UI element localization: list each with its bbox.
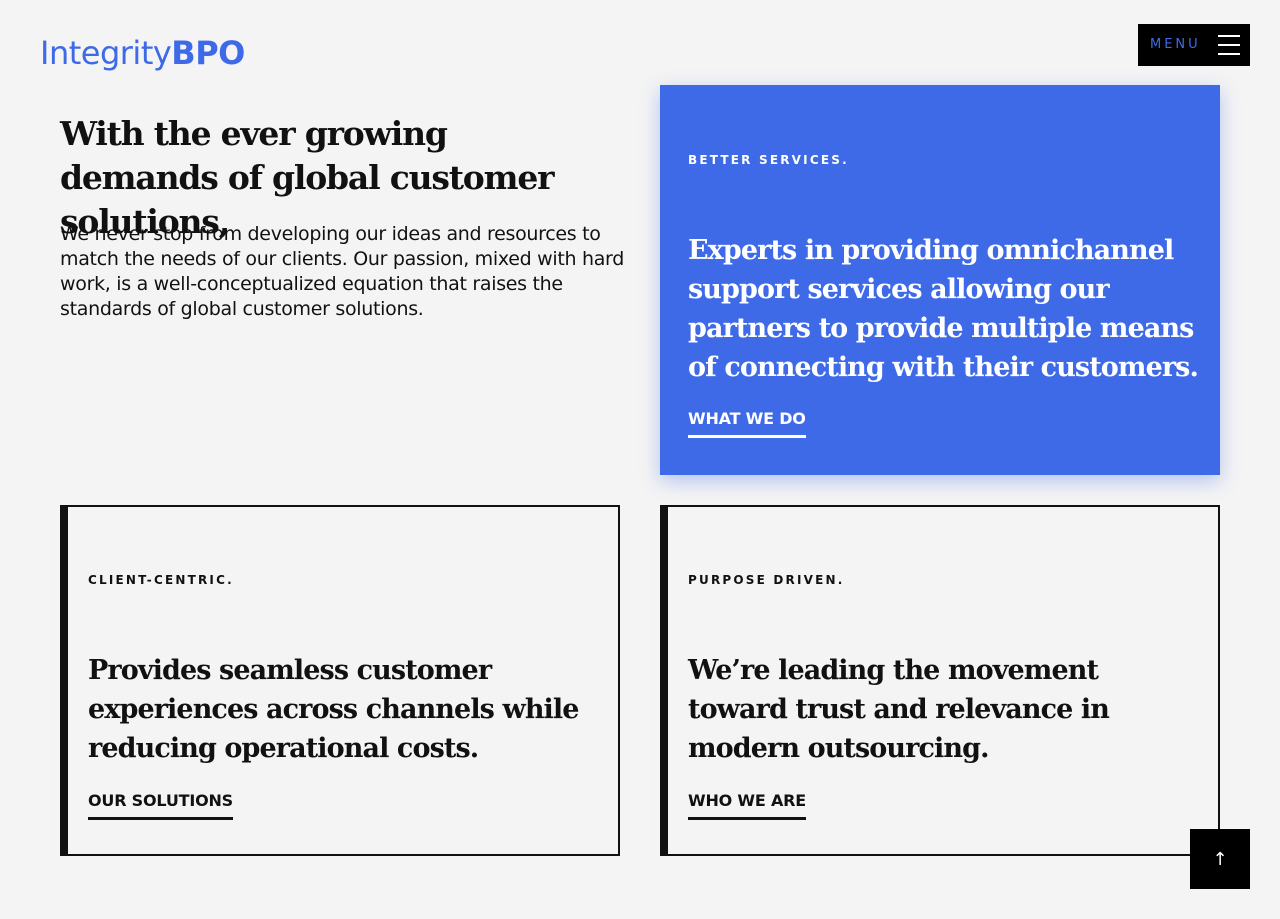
card-eyebrow: PURPOSE DRIVEN. (688, 573, 845, 587)
logo-text-light: Integrity (40, 34, 172, 72)
what-we-do-link[interactable]: WHAT WE DO (688, 409, 806, 438)
arrow-up-icon: ↑ (1212, 848, 1228, 870)
card-better-services: BETTER SERVICES. Experts in providing om… (660, 85, 1220, 475)
card-eyebrow: CLIENT-CENTRIC. (88, 573, 234, 587)
back-to-top-button[interactable]: ↑ (1190, 829, 1250, 889)
menu-label: MENU (1150, 37, 1201, 52)
logo[interactable]: IntegrityBPO (40, 34, 245, 72)
intro-body: We never stop from developing our ideas … (60, 223, 624, 320)
our-solutions-link[interactable]: OUR SOLUTIONS (88, 791, 233, 820)
menu-button[interactable]: MENU (1138, 24, 1250, 66)
card-text: Experts in providing omnichannel support… (688, 235, 1199, 383)
card-text: Provides seamless customer experiences a… (88, 655, 579, 764)
who-we-are-link[interactable]: WHO WE ARE (688, 791, 806, 820)
hamburger-icon (1218, 35, 1240, 55)
card-eyebrow: BETTER SERVICES. (688, 153, 849, 167)
card-text: We’re leading the movement toward trust … (688, 655, 1110, 764)
logo-text-bold: BPO (171, 34, 245, 72)
card-purpose-driven: PURPOSE DRIVEN. We’re leading the moveme… (660, 505, 1220, 856)
card-client-centric: CLIENT-CENTRIC. Provides seamless custom… (60, 505, 620, 856)
